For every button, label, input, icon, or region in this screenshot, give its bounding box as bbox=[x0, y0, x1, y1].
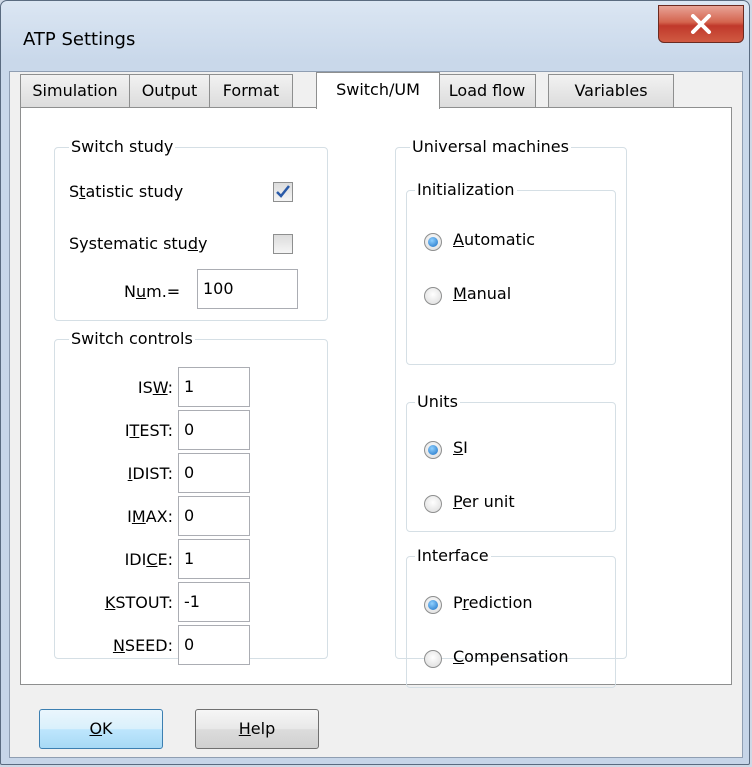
num-label: Num.= bbox=[124, 282, 181, 301]
tab-panel-switch-um: Switch study Statistic study Systematic … bbox=[20, 107, 732, 688]
ok-button[interactable]: OK bbox=[39, 709, 163, 749]
itest-label: ITEST: bbox=[124, 421, 173, 440]
tab-load-flow[interactable]: Load flow bbox=[438, 74, 536, 107]
imax-label: IMAX: bbox=[127, 507, 173, 526]
statistic-study-checkbox[interactable] bbox=[273, 182, 293, 202]
kstout-input[interactable]: -1 bbox=[178, 582, 250, 622]
tab-switch-um[interactable]: Switch/UM bbox=[316, 72, 440, 109]
units-group: Units SI Per unit bbox=[406, 391, 616, 532]
per-unit-label: Per unit bbox=[453, 492, 515, 511]
close-icon bbox=[691, 14, 711, 34]
tab-format[interactable]: Format bbox=[209, 74, 293, 107]
units-legend: Units bbox=[415, 391, 460, 413]
num-input[interactable]: 100 bbox=[197, 269, 298, 309]
imax-input[interactable]: 0 bbox=[178, 496, 250, 536]
nseed-label: NSEED: bbox=[112, 636, 173, 655]
idice-label: IDICE: bbox=[124, 550, 173, 569]
universal-machines-group: Universal machines Initialization Automa… bbox=[395, 136, 627, 688]
switch-study-group: Switch study Statistic study Systematic … bbox=[54, 136, 328, 321]
tab-variables[interactable]: Variables bbox=[548, 74, 674, 107]
switch-study-legend: Switch study bbox=[69, 136, 176, 158]
manual-label: Manual bbox=[453, 284, 512, 303]
initialization-group: Initialization Automatic Manual bbox=[406, 179, 616, 365]
universal-machines-legend: Universal machines bbox=[410, 136, 571, 158]
close-button[interactable] bbox=[658, 5, 744, 43]
switch-controls-group: Switch controls ISW: 1 ITEST: 0 IDIST: 0… bbox=[54, 328, 328, 665]
switch-controls-legend: Switch controls bbox=[69, 328, 195, 350]
statistic-study-label: Statistic study bbox=[69, 182, 184, 201]
kstout-label: KSTOUT: bbox=[104, 593, 173, 612]
tab-simulation[interactable]: Simulation bbox=[20, 74, 130, 107]
automatic-label: Automatic bbox=[453, 230, 536, 249]
systematic-study-label: Systematic study bbox=[69, 234, 208, 253]
compensation-radio[interactable] bbox=[424, 650, 442, 668]
help-button[interactable]: Help bbox=[195, 709, 319, 749]
idice-input[interactable]: 1 bbox=[178, 539, 250, 579]
interface-group: Interface Prediction Compensation bbox=[406, 545, 616, 688]
prediction-radio[interactable] bbox=[424, 596, 442, 614]
checkmark-icon bbox=[276, 185, 290, 198]
isw-label: ISW: bbox=[137, 378, 173, 397]
window-title: ATP Settings bbox=[23, 29, 136, 50]
compensation-label: Compensation bbox=[453, 647, 569, 666]
systematic-study-checkbox[interactable] bbox=[273, 234, 293, 254]
nseed-input[interactable]: 0 bbox=[178, 625, 250, 665]
idist-input[interactable]: 0 bbox=[178, 453, 250, 493]
initialization-legend: Initialization bbox=[415, 179, 517, 201]
automatic-radio[interactable] bbox=[424, 233, 442, 251]
per-unit-radio[interactable] bbox=[424, 495, 442, 513]
itest-input[interactable]: 0 bbox=[178, 410, 250, 450]
interface-legend: Interface bbox=[415, 545, 491, 567]
idist-label: IDIST: bbox=[127, 464, 173, 483]
tab-output[interactable]: Output bbox=[129, 74, 210, 107]
prediction-label: Prediction bbox=[453, 593, 533, 612]
si-label: SI bbox=[453, 438, 468, 457]
isw-input[interactable]: 1 bbox=[178, 367, 250, 407]
si-radio[interactable] bbox=[424, 441, 442, 459]
manual-radio[interactable] bbox=[424, 287, 442, 305]
